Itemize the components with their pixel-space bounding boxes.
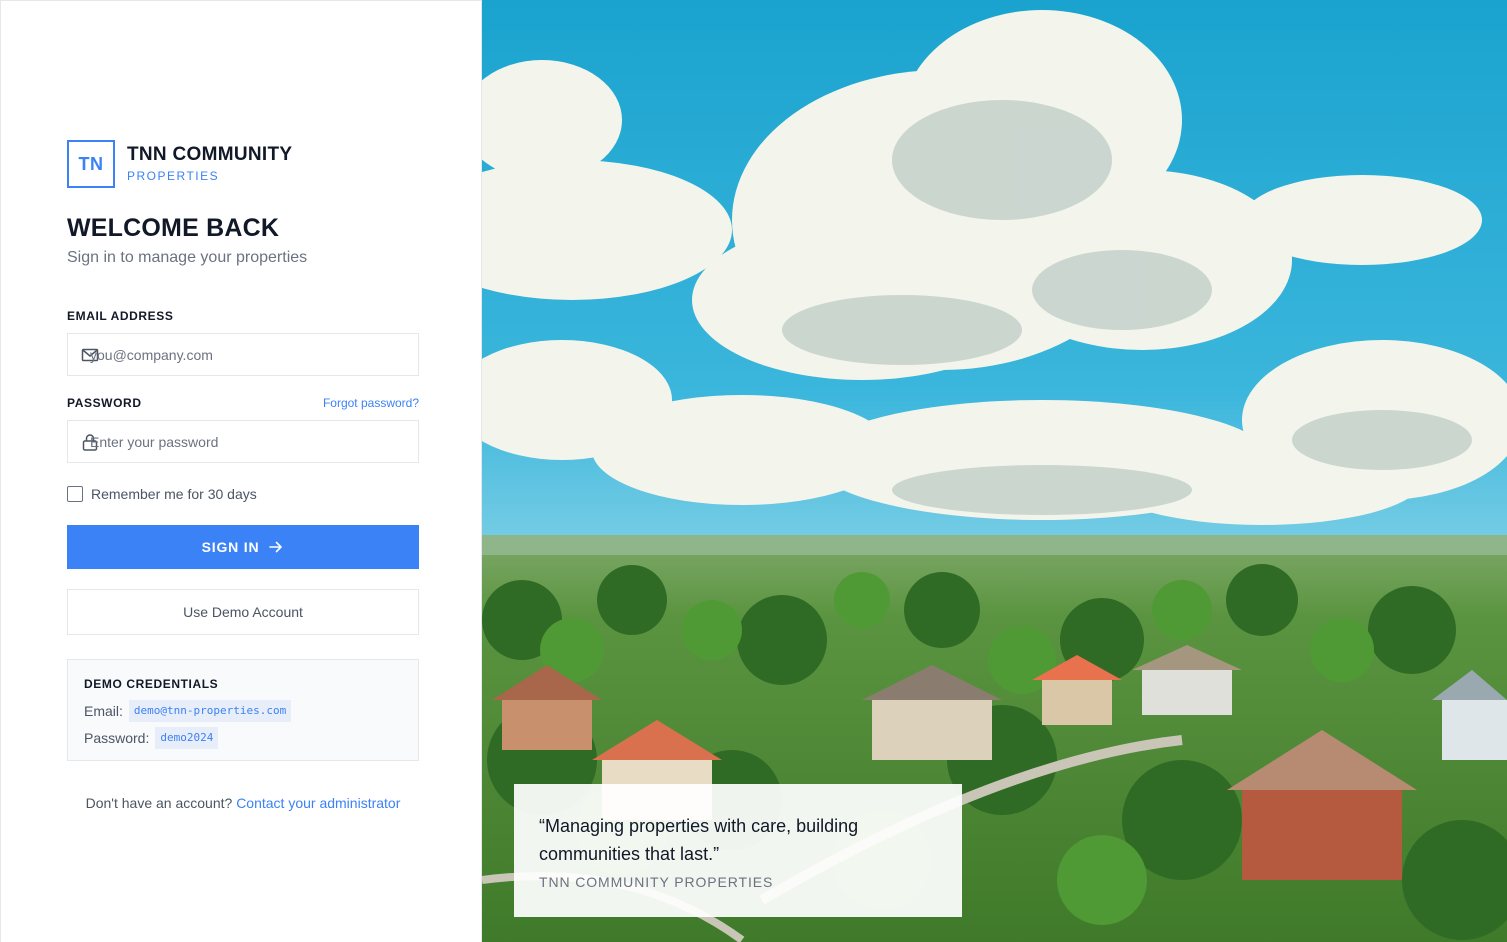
demo-password-row: Password: demo2024 [84,727,402,749]
quote-text: “Managing properties with care, building… [539,816,859,864]
logo-mark: TN [67,140,115,188]
email-field-container[interactable] [67,333,419,376]
remember-me-row: Remember me for 30 days [67,485,419,503]
password-label: PASSWORD [67,396,142,410]
remember-me-checkbox[interactable] [67,486,83,502]
brand-title: TNN COMMUNITY [127,144,293,165]
demo-password-value: demo2024 [155,727,219,749]
arrow-right-icon [269,541,283,553]
sign-in-button[interactable]: SIGN IN [67,525,419,569]
demo-email-row: Email: demo@tnn-properties.com [84,700,402,722]
hero-illustration: “Managing properties with care, building… [482,0,1507,942]
page-subtitle: Sign in to manage your properties [67,249,308,266]
page-title: WELCOME BACK [67,214,280,242]
footer-prompt: Don't have an account? [85,795,233,811]
brand-logo: TN TNN COMMUNITY PROPERTIES [67,140,419,188]
forgot-password-link[interactable]: Forgot password? [323,396,419,410]
demo-account-button[interactable]: Use Demo Account [67,589,419,635]
remember-me-label[interactable]: Remember me for 30 days [91,486,257,502]
contact-admin-link[interactable]: Contact your administrator [236,795,400,811]
email-label-row: EMAIL ADDRESS [67,308,419,324]
demo-password-label: Password: [84,730,150,746]
demo-credentials-title: DEMO CREDENTIALS [84,677,219,691]
demo-email-label: Email: [84,703,123,719]
password-input[interactable] [68,421,418,462]
brand-subtitle: PROPERTIES [127,169,220,183]
sign-in-label: SIGN IN [201,539,260,555]
login-panel: TN TNN COMMUNITY PROPERTIES WELCOME BACK… [0,0,482,942]
demo-email-value: demo@tnn-properties.com [128,700,292,722]
quote-author: TNN COMMUNITY PROPERTIES [539,874,774,890]
password-field-container[interactable] [67,420,419,463]
quote-card: “Managing properties with care, building… [514,784,962,917]
email-input[interactable] [68,334,418,375]
login-content: TN TNN COMMUNITY PROPERTIES WELCOME BACK… [67,140,419,811]
password-label-row: PASSWORD Forgot password? [67,395,419,411]
email-label: EMAIL ADDRESS [67,309,174,323]
logo-text: TNN COMMUNITY PROPERTIES [127,144,292,184]
footer: Don't have an account? Contact your admi… [67,795,419,811]
demo-credentials-box: DEMO CREDENTIALS Email: demo@tnn-propert… [67,659,419,761]
